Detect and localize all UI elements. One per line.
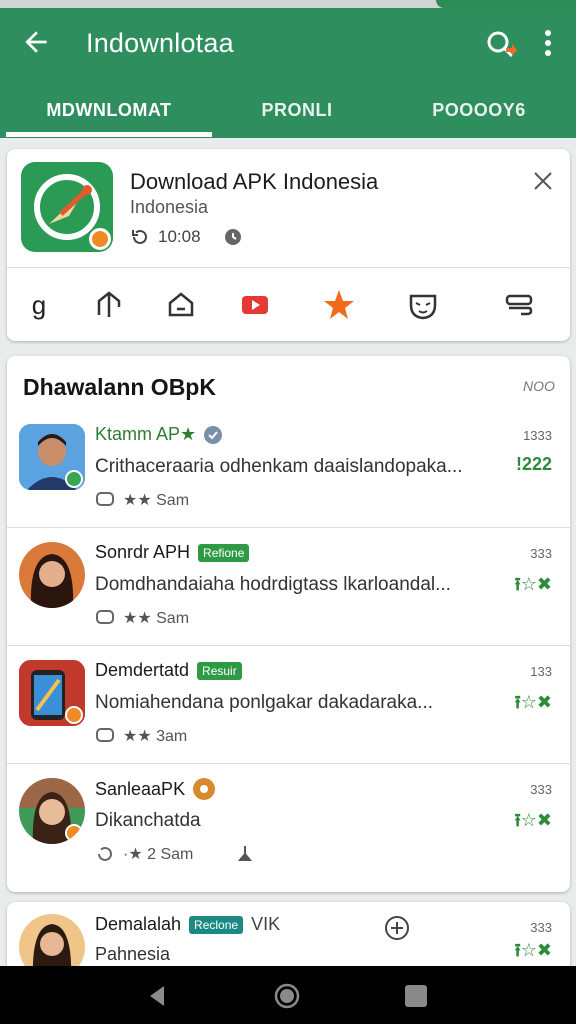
featured-time: 10:08 (158, 227, 201, 246)
pin-icon (238, 846, 253, 861)
avatar (19, 424, 85, 490)
home-icon[interactable] (163, 287, 199, 323)
tab-indicator (6, 132, 212, 137)
badge-dot (65, 824, 83, 842)
avatar (19, 660, 85, 726)
item-stats-text: ★★ Sam (123, 610, 190, 627)
item-description: Nomiahendana ponlgakar dakadaraka... (95, 692, 434, 713)
item-rating: ⭱☆✖ (514, 940, 552, 960)
featured-meta: 10:08 (130, 227, 243, 247)
item-stats: ·★ 2 Sam (95, 844, 253, 864)
avatar (19, 778, 85, 844)
list-item[interactable]: Sonrdr APH Refione Domdhandaiaha hodrdig… (7, 528, 570, 646)
item-count: 333 (530, 546, 552, 561)
youtube-icon[interactable] (237, 287, 273, 323)
nav-home-icon[interactable] (273, 982, 301, 1010)
app-logo (21, 162, 113, 252)
item-name: Demalalah Reclone VIK (95, 914, 280, 935)
more-vert-icon[interactable] (536, 26, 560, 60)
item-name: Ktamm AP★ (95, 424, 223, 445)
item-title: Demdertatd (95, 660, 190, 680)
verified-icon (193, 778, 216, 800)
item-tag-suffix: VIK (251, 914, 281, 934)
item-rating: ⭱☆✖ (514, 692, 552, 712)
item-tag: Reclone (189, 915, 244, 934)
list-heading: Dhawalann OBpK (23, 374, 216, 400)
status-bar (0, 0, 576, 8)
list-card: Dhawalann OBpK NOO Ktamm AP★ Crithaceraa… (7, 356, 570, 892)
add-circle-icon[interactable] (383, 914, 411, 942)
item-stats-text: ★★ Sam (123, 492, 190, 509)
item-rating: !222 (515, 454, 552, 474)
item-description: Dikanchatda (95, 810, 201, 831)
g-icon[interactable]: g (21, 287, 57, 323)
comment-icon (96, 728, 114, 742)
featured-title: Download APK Indonesia (130, 169, 379, 194)
item-description: Crithaceraaria odhenkam daaislandopaka..… (95, 456, 463, 477)
nav-back-icon[interactable] (144, 982, 172, 1010)
comment-icon (96, 492, 114, 506)
storage-icon[interactable] (501, 287, 537, 323)
badge-dot (65, 706, 83, 724)
item-stats: ★★ Sam (95, 490, 189, 510)
divider (7, 267, 570, 268)
item-description: Pahnesia (95, 944, 171, 964)
search-icon[interactable] (482, 26, 522, 66)
tab-third[interactable]: POOOOY6 (382, 82, 576, 138)
list-item[interactable]: Ktamm AP★ Crithaceraaria odhenkam daaisl… (7, 410, 570, 528)
verified-icon (204, 425, 223, 444)
app-bar: Indownlotaa MDWNLOMAT PRONLI POOOOY6 (0, 8, 576, 138)
item-name: Demdertatd Resuir (95, 660, 242, 681)
item-stats: ★★ Sam (95, 608, 189, 628)
badge-dot (89, 228, 111, 250)
item-name: Sonrdr APH Refione (95, 542, 250, 563)
item-description: Domdhandaiaha hodrdigtass lkarloandal... (95, 574, 451, 595)
item-title: Sonrdr APH (95, 542, 191, 562)
list-item[interactable]: Demdertatd Resuir Nomiahendana ponlgakar… (7, 646, 570, 764)
comment-icon (96, 610, 114, 624)
item-stats-text: ·★ 2 Sam (123, 846, 194, 863)
item-title: SanleaaPK (95, 778, 186, 799)
nav-recents-icon[interactable] (402, 982, 430, 1010)
list-item[interactable]: SanleaaPK Dikanchatda ·★ 2 Sam 333 ⭱☆✖ (7, 764, 570, 882)
item-count: 1333 (523, 428, 552, 443)
close-icon[interactable] (531, 169, 555, 193)
item-count: 333 (530, 920, 552, 935)
item-count: 133 (530, 664, 552, 679)
refresh-icon (98, 846, 112, 861)
action-row: g (7, 275, 570, 335)
tab-download[interactable]: MDWNLOMAT (6, 82, 212, 138)
item-title: Demalalah (95, 914, 182, 934)
item-title: Ktamm AP★ (95, 424, 197, 444)
item-tag: Refione (198, 543, 250, 562)
featured-subtitle: Indonesia (130, 197, 209, 217)
arrow-back-icon[interactable] (20, 26, 52, 58)
share-icon[interactable] (91, 287, 127, 323)
status-pill (436, 0, 576, 8)
refresh-icon (132, 229, 147, 244)
list-heading-note: NOO (523, 378, 555, 394)
system-nav-bar (0, 966, 576, 1024)
verified-dot (65, 470, 83, 488)
avatar (19, 542, 85, 608)
item-count: 333 (530, 782, 552, 797)
item-name: SanleaaPK (95, 778, 216, 800)
item-stats-text: ★★ 3am (123, 728, 188, 745)
featured-card[interactable]: Download APK Indonesia Indonesia 10:08 g (7, 149, 570, 341)
item-rating: ⭱☆✖ (514, 574, 552, 594)
clock-icon (224, 229, 241, 245)
item-tag: Resuir (197, 661, 242, 680)
star-icon[interactable] (321, 287, 357, 323)
app-title: Indownlotaa (86, 28, 234, 58)
item-stats: ★★ 3am (95, 726, 187, 746)
tab-profile[interactable]: PRONLI (212, 82, 382, 138)
tab-bar: MDWNLOMAT PRONLI POOOOY6 (0, 82, 576, 138)
mask-icon[interactable] (405, 287, 441, 323)
item-rating: ⭱☆✖ (514, 810, 552, 830)
